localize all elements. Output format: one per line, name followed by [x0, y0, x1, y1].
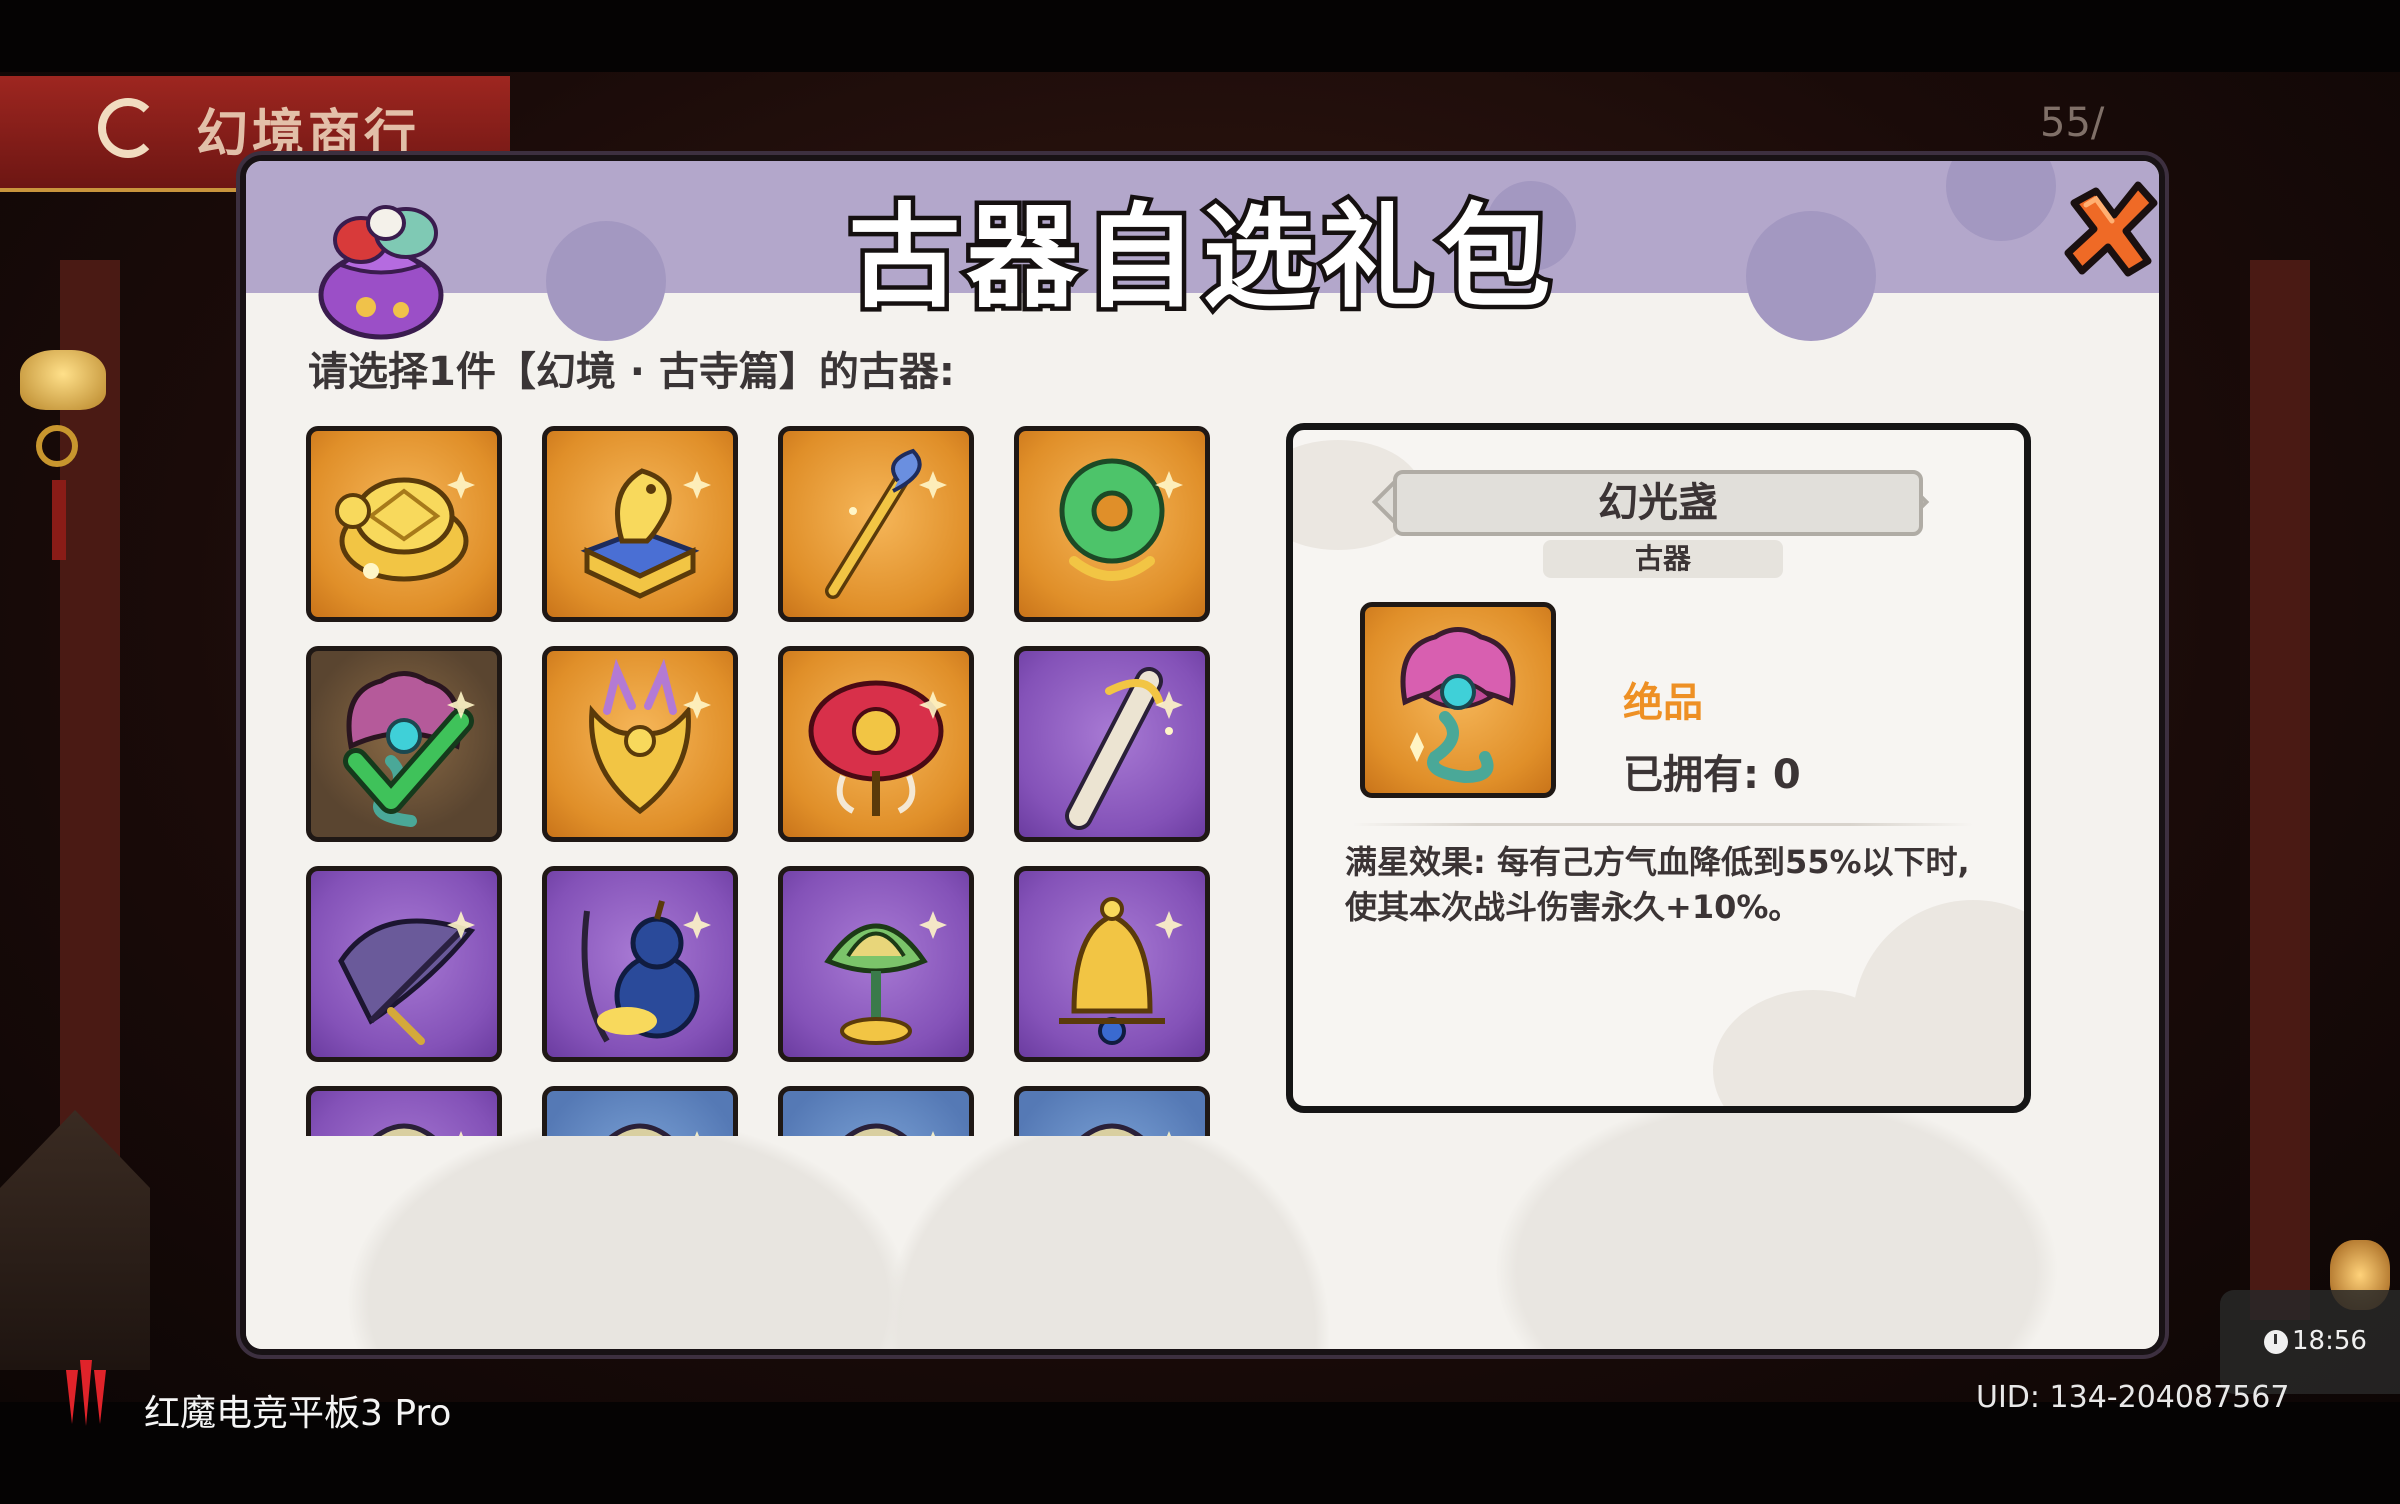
- artifact-icon: [608, 1123, 699, 1136]
- artifact-slot[interactable]: [778, 1086, 974, 1136]
- coin-icon: [36, 425, 78, 467]
- selection-prompt: 请选择1件【幻境 · 古寺篇】的古器:: [308, 349, 955, 395]
- detail-divider: [1353, 823, 1973, 826]
- artifact-slot[interactable]: [306, 866, 502, 1062]
- tassel-icon: [52, 480, 66, 560]
- artifact-icon: [844, 1123, 935, 1136]
- artifact-slot[interactable]: [542, 1086, 738, 1136]
- artifact-slot[interactable]: [306, 646, 502, 842]
- artifact-slot[interactable]: [542, 426, 738, 622]
- dialog-title: 古器自选礼包: [844, 189, 1557, 328]
- golden-phoenix-icon: [589, 658, 711, 815]
- artifact-rarity: 绝品: [1623, 680, 1703, 726]
- currency-counter: 55/: [2040, 100, 2105, 146]
- dragon-staff-icon: [825, 448, 947, 599]
- artifact-type: 古器: [1543, 540, 1783, 578]
- artifact-slot[interactable]: [1014, 426, 1210, 622]
- artifact-icon: [1080, 1123, 1171, 1136]
- gourd-icon: [581, 900, 711, 1043]
- artifact-slot[interactable]: [542, 866, 738, 1062]
- artifact-icon: [372, 1123, 463, 1136]
- artifact-slot[interactable]: [778, 426, 974, 622]
- background-pillar: [2250, 260, 2310, 1320]
- device-name: 红魔电竞平板3 Pro: [144, 1393, 452, 1434]
- artifact-slot[interactable]: [542, 646, 738, 842]
- artifact-slot[interactable]: [1014, 646, 1210, 842]
- jade-ring-icon: [1059, 458, 1183, 581]
- artifact-grid: [306, 426, 1226, 1136]
- pearl-shell-icon: [343, 671, 475, 827]
- artifact-slot[interactable]: [1014, 1086, 1210, 1136]
- red-magic-logo-icon: [66, 1360, 106, 1426]
- artifact-preview: [1360, 602, 1556, 798]
- artifact-detail-panel: 幻光盏 古器 绝品 已拥有: 0 满星效果: 每有己方气血降低到55%以下时, …: [1286, 423, 2031, 1113]
- close-icon[interactable]: [2056, 173, 2165, 283]
- pearl-shell-icon: [1400, 627, 1516, 784]
- clock-icon: [2264, 1330, 2288, 1354]
- artifact-slot[interactable]: [306, 1086, 502, 1136]
- gift-pack-dialog: 古器自选礼包 请选择1件【幻境 · 古寺篇】的古器: 幻光盏 古器 绝品 已拥有…: [240, 155, 2165, 1355]
- golden-bell-icon: [1059, 897, 1183, 1045]
- dialog-header: 古器自选礼包: [246, 161, 2159, 341]
- clock-time: 18:56: [2292, 1326, 2367, 1356]
- feather-fan-icon: [338, 911, 476, 1045]
- lotus-lamp-icon: [824, 911, 947, 1045]
- user-uid: UID: 134-204087567: [1976, 1380, 2290, 1415]
- golden-turtle-icon: [335, 471, 475, 582]
- floating-clock[interactable]: 18:56: [2220, 1290, 2400, 1394]
- artifact-effect: 满星效果: 每有己方气血降低到55%以下时, 使其本次战斗伤害永久+10%。: [1345, 843, 1970, 926]
- gift-bag-icon: [318, 205, 444, 340]
- artifact-slot[interactable]: [306, 426, 502, 622]
- owned-count: 已拥有: 0: [1623, 752, 1801, 798]
- artifact-slot[interactable]: [778, 866, 974, 1062]
- artifact-slot[interactable]: [778, 646, 974, 842]
- gold-ingot-icon: [20, 350, 106, 410]
- red-umbrella-icon: [808, 680, 947, 816]
- back-icon[interactable]: [98, 98, 158, 158]
- artifact-name: 幻光盏: [1393, 470, 1923, 536]
- scroll-sword-icon: [1065, 667, 1183, 830]
- artifact-slot[interactable]: [1014, 866, 1210, 1062]
- golden-dragon-seal-icon: [580, 468, 711, 599]
